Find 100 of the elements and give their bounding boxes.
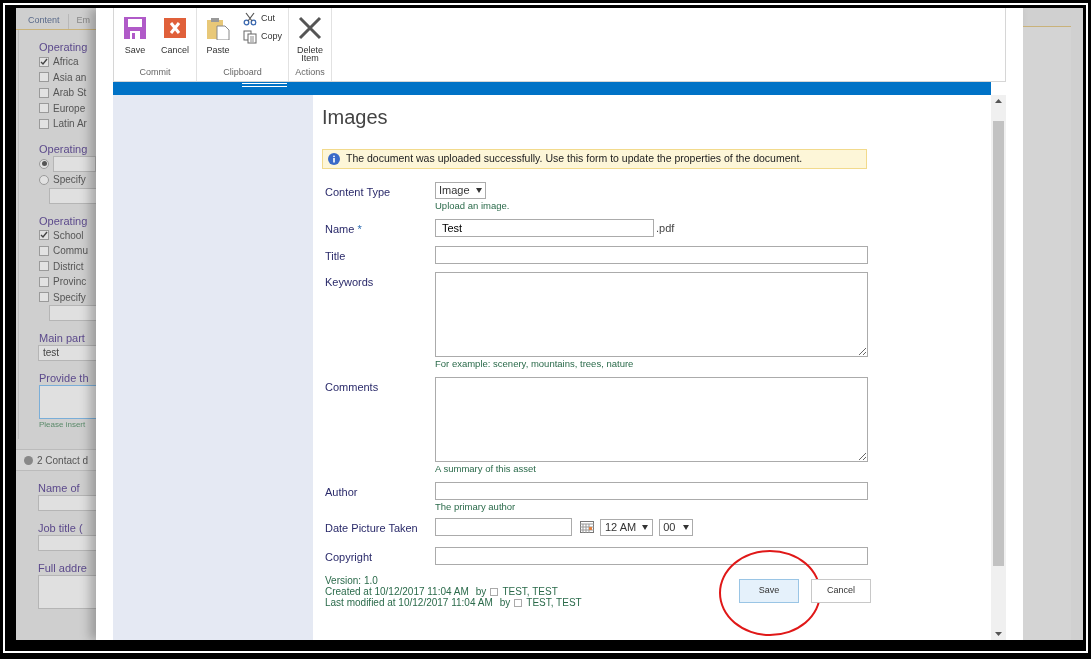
ribbon-button[interactable]: Cancel	[160, 16, 190, 66]
checkbox[interactable]	[39, 276, 49, 287]
field-label: Comments	[325, 380, 380, 395]
clipboard-icon	[206, 16, 230, 40]
field-label: Content Type	[325, 185, 392, 200]
field-label: Author	[325, 485, 359, 500]
input-field[interactable]: test	[38, 345, 96, 361]
resize-grip-icon[interactable]	[242, 83, 287, 87]
group-label: Actions	[295, 65, 325, 79]
scroll-down-icon[interactable]	[995, 632, 1002, 636]
scrollbar[interactable]	[991, 95, 1006, 640]
field-label: Keywords	[325, 275, 375, 290]
input-field[interactable]: Test	[435, 219, 654, 237]
option-label: Asia an	[53, 70, 87, 85]
ribbon-button[interactable]: Paste	[203, 16, 233, 66]
field-label: Title	[325, 248, 347, 264]
checkbox[interactable]	[39, 103, 49, 114]
input-field[interactable]	[435, 482, 868, 500]
field-label: Operating	[39, 40, 89, 54]
field-label: Copyright	[325, 549, 374, 565]
radio-button[interactable]	[39, 158, 49, 169]
checkbox[interactable]	[39, 230, 49, 241]
user-name: TEST, TEST	[502, 586, 558, 597]
hour-dropdown[interactable]: 12 AM	[600, 518, 654, 536]
field-label: Job title (	[38, 521, 84, 535]
checkbox[interactable]	[39, 118, 49, 129]
input-field[interactable]	[53, 155, 96, 172]
field-label: Date Picture Taken	[325, 521, 419, 536]
group-label: Commit	[138, 65, 172, 79]
option-label: Specify	[53, 290, 86, 305]
copy-icon	[243, 30, 257, 44]
checkbox[interactable]	[39, 261, 49, 272]
minute-dropdown[interactable]: 00	[659, 518, 694, 536]
save-button[interactable]: Save	[739, 578, 799, 603]
date-field[interactable]	[435, 518, 572, 536]
checkbox[interactable]	[39, 72, 49, 83]
field-label: Full addre	[38, 561, 88, 575]
hint-text: Please insert	[39, 419, 87, 431]
scissors-icon	[243, 12, 257, 26]
expand-icon[interactable]	[24, 455, 33, 465]
ribbon-button[interactable]: Cut	[243, 12, 282, 26]
option-label: Provinc	[53, 275, 87, 290]
option-label: District	[53, 259, 84, 274]
history-text: Last modified at 10/12/2017 11:04 AM	[325, 597, 493, 608]
hint-text: For example: scenery, mountains, trees, nature	[435, 357, 635, 370]
field-label: Name of	[38, 481, 81, 495]
history-text: Created at 10/12/2017 11:04 AM	[325, 586, 469, 597]
field-label: Operating	[39, 141, 89, 156]
caret-icon	[475, 188, 482, 193]
group-label: Clipboard	[222, 65, 263, 79]
radio-button[interactable]	[39, 174, 49, 185]
version-text: Version: 1.0	[325, 575, 379, 586]
ribbon-button[interactable]: Copy	[243, 30, 282, 44]
field-label: Name *	[325, 222, 363, 237]
cancel-button[interactable]: Cancel	[811, 578, 871, 603]
caret-icon	[683, 524, 690, 530]
by-text: by	[499, 597, 511, 608]
option-label: Specify	[53, 173, 86, 187]
calendar-icon[interactable]	[580, 521, 594, 533]
input-field[interactable]	[38, 535, 96, 551]
option-label: Arab St	[53, 86, 87, 101]
field-label: Main part	[39, 331, 86, 345]
by-text: by	[475, 586, 487, 597]
option-label: School	[53, 228, 84, 243]
input-field[interactable]	[49, 305, 96, 321]
info-icon	[328, 153, 340, 165]
input-field[interactable]	[435, 546, 868, 565]
checkbox[interactable]	[39, 56, 49, 67]
option-label: Africa	[53, 55, 79, 70]
caret-icon	[642, 524, 649, 530]
text-area[interactable]	[435, 377, 868, 462]
file-extension: .pdf	[656, 220, 675, 236]
hint-text: A summary of this asset	[435, 462, 537, 475]
scroll-thumb[interactable]	[993, 121, 1004, 566]
user-name: TEST, TEST	[526, 597, 582, 608]
text-area[interactable]	[39, 385, 96, 419]
presence-icon	[514, 598, 523, 607]
option-label: Latin Ar	[53, 117, 87, 132]
text-area[interactable]	[38, 575, 96, 609]
dialog-title: Images	[322, 105, 389, 129]
checkbox[interactable]	[39, 292, 49, 303]
x-icon	[298, 16, 322, 40]
checkbox[interactable]	[39, 87, 49, 98]
hint-text: Upload an image.	[435, 199, 510, 212]
input-field[interactable]	[38, 495, 96, 511]
scroll-up-icon[interactable]	[995, 99, 1002, 103]
text-area[interactable]	[435, 272, 868, 357]
presence-icon	[490, 587, 499, 596]
ribbon-button[interactable]: Save	[120, 16, 150, 66]
hint-text: The primary author	[435, 500, 517, 513]
checkbox[interactable]	[39, 245, 49, 256]
input-field[interactable]	[435, 245, 868, 264]
input-field[interactable]	[49, 187, 96, 204]
close-icon	[163, 16, 187, 40]
option-label: Commu	[53, 244, 88, 259]
field-label: Operating	[39, 213, 89, 228]
field-label: Provide th	[39, 371, 90, 385]
dropdown[interactable]: Image	[435, 182, 486, 199]
ribbon-button[interactable]: Delete Item	[295, 16, 325, 66]
page-tab[interactable]: Content	[20, 13, 69, 29]
